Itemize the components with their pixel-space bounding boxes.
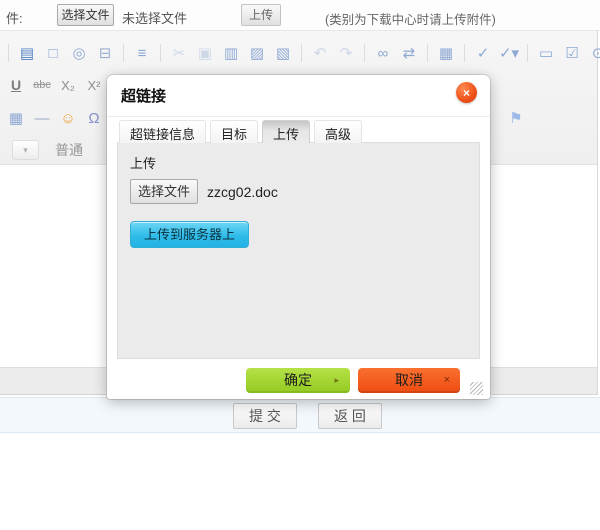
ok-button-label: 确定 — [284, 372, 312, 388]
toolbar-separator — [364, 44, 365, 62]
table-icon[interactable]: ▦ — [4, 106, 28, 130]
cancel-button-label: 取消 — [395, 372, 423, 388]
cancel-x-icon: × — [444, 368, 450, 393]
dialog-title: 超链接 — [121, 85, 166, 106]
paste-text-icon[interactable]: ▨ — [245, 41, 269, 65]
copy-icon: ▣ — [193, 41, 217, 65]
select-all-icon[interactable]: ▦ — [434, 41, 458, 65]
strikethrough-icon[interactable]: abc — [30, 73, 54, 97]
back-button[interactable]: 返 回 — [318, 403, 382, 429]
no-file-text: 未选择文件 — [122, 8, 187, 27]
dialog-title-divider — [107, 116, 490, 117]
checkbox-icon[interactable]: ☑ — [560, 41, 584, 65]
ok-arrow-icon: ▸ — [334, 368, 339, 393]
resize-grip[interactable] — [470, 382, 483, 395]
choose-file-button[interactable]: 选择文件 — [57, 4, 114, 26]
spellcheck-menu-icon[interactable]: ✓▾ — [497, 41, 521, 65]
page-action-bar: 提 交 返 回 — [0, 397, 600, 433]
upload-field-label: 上传 — [130, 153, 469, 172]
subscript-icon[interactable]: X₂ — [56, 73, 80, 97]
anchor-flag-icon[interactable]: ⚑ — [505, 109, 527, 131]
find-icon[interactable]: ∞ — [371, 41, 395, 65]
toolbar-separator — [427, 44, 428, 62]
superscript-icon[interactable]: X² — [82, 73, 106, 97]
tab-link-info[interactable]: 超链接信息 — [119, 120, 206, 143]
cut-icon: ✂ — [167, 41, 191, 65]
selected-filename: zzcg02.doc — [207, 184, 278, 200]
toolbar-row-4: ▾ 普通 — [4, 135, 83, 165]
toolbar-separator — [464, 44, 465, 62]
undo-icon: ↶ — [308, 41, 332, 65]
toolbar-separator — [123, 44, 124, 62]
preview-icon[interactable]: ◎ — [67, 41, 91, 65]
spellcheck-icon[interactable]: ✓ — [471, 41, 495, 65]
smiley-icon[interactable]: ☺ — [56, 106, 80, 130]
upload-button[interactable]: 上传 — [241, 4, 281, 26]
replace-icon[interactable]: ⇄ — [397, 41, 421, 65]
redo-icon: ↷ — [334, 41, 358, 65]
upload-tab-panel: 上传 选择文件 zzcg02.doc 上传到服务器上 — [117, 142, 480, 359]
format-combo[interactable]: 普通 — [55, 140, 83, 160]
new-page-icon[interactable]: □ — [41, 41, 65, 65]
styles-combo-arrow-icon[interactable]: ▾ — [12, 140, 39, 160]
tab-target[interactable]: 目标 — [210, 120, 258, 143]
toolbar-row-2: UabcX₂X² — [4, 70, 106, 100]
attachment-label: 件: — [6, 8, 23, 27]
dialog-choose-file-button[interactable]: 选择文件 — [130, 179, 198, 204]
hyperlink-dialog: 超链接 × 超链接信息目标上传高级 上传 选择文件 zzcg02.doc 上传到… — [107, 75, 490, 399]
toolbar-separator — [8, 44, 9, 62]
attachment-bar: 件: 选择文件 未选择文件 上传 (类别为下载中心时请上传附件) — [0, 0, 600, 31]
underline-icon[interactable]: U — [4, 73, 28, 97]
close-icon[interactable]: × — [456, 82, 477, 103]
toolbar-row-3: ▦—☺Ω — [4, 103, 106, 133]
file-input-row: 选择文件 zzcg02.doc — [130, 179, 469, 204]
dialog-tabs: 超链接信息目标上传高级 — [119, 120, 362, 143]
upload-to-server-button[interactable]: 上传到服务器上 — [130, 221, 249, 248]
templates-icon[interactable]: ≡ — [130, 41, 154, 65]
hidden-field-icon[interactable]: ▭ — [534, 41, 558, 65]
horizontal-rule-icon[interactable]: — — [30, 106, 54, 130]
paste-icon[interactable]: ▥ — [219, 41, 243, 65]
save-icon[interactable]: ▤ — [15, 41, 39, 65]
cancel-button[interactable]: 取消 × — [358, 368, 460, 393]
print-icon[interactable]: ⊟ — [93, 41, 117, 65]
ok-button[interactable]: 确定 ▸ — [246, 368, 350, 393]
tab-advanced[interactable]: 高级 — [314, 120, 362, 143]
toolbar-separator — [301, 44, 302, 62]
toolbar-separator — [527, 44, 528, 62]
toolbar-separator — [160, 44, 161, 62]
upload-note: (类别为下载中心时请上传附件) — [325, 9, 496, 28]
paste-word-icon[interactable]: ▧ — [271, 41, 295, 65]
radio-icon[interactable]: ⊙ — [586, 41, 600, 65]
tab-upload[interactable]: 上传 — [262, 120, 310, 143]
submit-button[interactable]: 提 交 — [233, 403, 297, 429]
special-char-icon[interactable]: Ω — [82, 106, 106, 130]
toolbar-row-1: ▤□◎⊟≡✂▣▥▨▧↶↷∞⇄▦✓✓▾▭☑⊙ablab cd — [4, 38, 600, 68]
